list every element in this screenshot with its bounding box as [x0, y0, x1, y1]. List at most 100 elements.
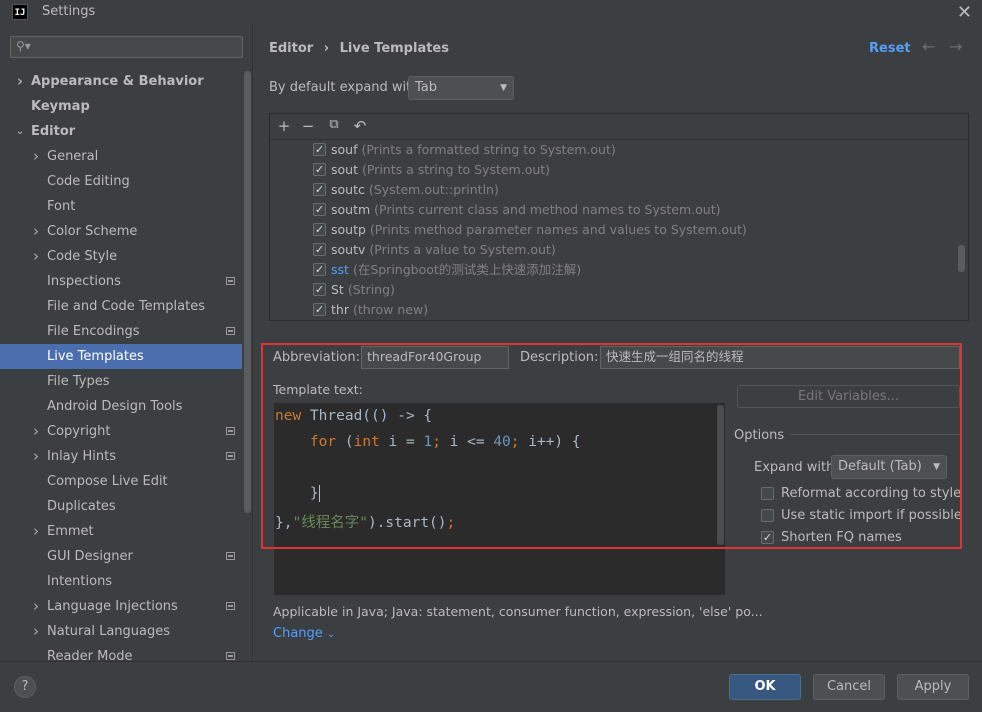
project-scope-icon — [226, 427, 235, 435]
template-description: (在Springboot的测试类上快速添加注解) — [352, 262, 582, 277]
template-abbreviation: sout — [331, 162, 358, 177]
cancel-button[interactable]: Cancel — [813, 674, 885, 700]
close-icon[interactable]: ✕ — [957, 2, 972, 23]
back-arrow-icon[interactable]: ← — [922, 37, 935, 56]
template-enabled-checkbox[interactable]: ✓ — [313, 183, 326, 196]
expand-with-label: By default expand with — [269, 80, 420, 95]
templates-scrollbar[interactable] — [958, 245, 965, 272]
sidebar-item-live-templates[interactable]: Live Templates — [0, 344, 242, 369]
sidebar-item-keymap[interactable]: Keymap — [0, 94, 242, 119]
sidebar-item-label: Android Design Tools — [47, 399, 183, 414]
template-enabled-checkbox[interactable]: ✓ — [313, 143, 326, 156]
apply-button[interactable]: Apply — [897, 674, 969, 700]
chevron-right-icon[interactable]: › — [31, 219, 41, 244]
sidebar-item-code-editing[interactable]: Code Editing — [0, 169, 242, 194]
remove-icon[interactable]: − — [299, 117, 317, 135]
chevron-right-icon[interactable]: › — [31, 419, 41, 444]
change-context-link[interactable]: Change ⌄ — [273, 626, 335, 641]
template-enabled-checkbox[interactable]: ✓ — [313, 203, 326, 216]
template-row[interactable]: ✓ soutp (Prints method parameter names and… — [313, 220, 747, 240]
sidebar-item-emmet[interactable]: › Emmet — [0, 519, 242, 544]
sidebar-item-label: Emmet — [47, 524, 94, 539]
template-description: (Prints method parameter names and value… — [369, 222, 747, 237]
chevron-down-icon: ⌄ — [326, 629, 336, 640]
copy-icon[interactable]: ⧉ — [325, 117, 343, 132]
template-row[interactable]: ✓ thr (throw new) — [313, 300, 428, 320]
sidebar-item-label: Inlay Hints — [47, 449, 116, 464]
sidebar-item-intentions[interactable]: Intentions — [0, 569, 242, 594]
chevron-right-icon[interactable]: › — [31, 144, 41, 169]
dialog-button-bar: ? OK Cancel Apply — [0, 661, 982, 712]
forward-arrow-icon[interactable]: → — [949, 37, 962, 56]
template-row[interactable]: ✓ souf (Prints a formatted string to Syste… — [313, 140, 616, 160]
default-expand-value: Tab — [415, 80, 438, 95]
settings-sidebar: ⚲▾ › Appearance & Behavior Keymap ⌄ Editor › G… — [0, 25, 253, 661]
sidebar-item-label: File Types — [47, 374, 110, 389]
chevron-down-icon[interactable]: ⌄ — [15, 119, 25, 144]
add-icon[interactable]: + — [275, 117, 293, 135]
reset-link[interactable]: Reset — [869, 41, 911, 56]
sidebar-item-language-injections[interactable]: › Language Injections — [0, 594, 242, 619]
template-description: (System.out::println) — [368, 182, 499, 197]
sidebar-item-copyright[interactable]: › Copyright — [0, 419, 242, 444]
sidebar-item-color-scheme[interactable]: › Color Scheme — [0, 219, 242, 244]
sidebar-item-editor[interactable]: ⌄ Editor — [0, 119, 242, 144]
sidebar-item-inlay-hints[interactable]: › Inlay Hints — [0, 444, 242, 469]
template-abbreviation: thr — [331, 302, 349, 317]
template-enabled-checkbox[interactable]: ✓ — [313, 283, 326, 296]
template-enabled-checkbox[interactable]: ✓ — [313, 243, 326, 256]
chevron-right-icon[interactable]: › — [31, 619, 41, 644]
template-enabled-checkbox[interactable]: ✓ — [313, 263, 326, 276]
chevron-right-icon[interactable]: › — [31, 519, 41, 544]
sidebar-item-reader-mode[interactable]: Reader Mode — [0, 644, 242, 661]
sidebar-scrollbar[interactable] — [244, 71, 251, 513]
sidebar-item-gui-designer[interactable]: GUI Designer — [0, 544, 242, 569]
sidebar-item-natural-languages[interactable]: › Natural Languages — [0, 619, 242, 644]
template-description: (Prints a value to System.out) — [369, 242, 556, 257]
template-abbreviation: St — [331, 282, 344, 297]
search-input[interactable]: ⚲▾ — [10, 36, 243, 58]
chevron-right-icon[interactable]: › — [31, 244, 41, 269]
sidebar-item-duplicates[interactable]: Duplicates — [0, 494, 242, 519]
help-button[interactable]: ? — [14, 676, 36, 698]
sidebar-item-label: Live Templates — [47, 349, 144, 364]
sidebar-item-file-and-code-templates[interactable]: File and Code Templates — [0, 294, 242, 319]
sidebar-item-label: Color Scheme — [47, 224, 138, 239]
sidebar-item-inspections[interactable]: Inspections — [0, 269, 242, 294]
sidebar-item-file-types[interactable]: File Types — [0, 369, 242, 394]
sidebar-item-appearance-behavior[interactable]: › Appearance & Behavior — [0, 69, 242, 94]
app-logo-icon: IJ — [12, 4, 28, 20]
ok-button[interactable]: OK — [729, 674, 801, 700]
template-enabled-checkbox[interactable]: ✓ — [313, 163, 326, 176]
template-description: (Prints current class and method names t… — [374, 202, 721, 217]
sidebar-item-android-design-tools[interactable]: Android Design Tools — [0, 394, 242, 419]
template-description: (Prints a formatted string to System.out… — [361, 142, 616, 157]
template-row[interactable]: ✓ St (String) — [313, 280, 395, 300]
sidebar-item-code-style[interactable]: › Code Style — [0, 244, 242, 269]
template-enabled-checkbox[interactable]: ✓ — [313, 223, 326, 236]
sidebar-item-label: Code Style — [47, 249, 118, 264]
sidebar-item-compose-live-edit[interactable]: Compose Live Edit — [0, 469, 242, 494]
template-description: (Prints a string to System.out) — [361, 162, 551, 177]
template-row[interactable]: ✓ soutv (Prints a value to System.out) — [313, 240, 556, 260]
chevron-right-icon[interactable]: › — [31, 444, 41, 469]
title-bar: IJ Settings ✕ — [0, 0, 982, 24]
template-row[interactable]: ✓ sst (在Springboot的测试类上快速添加注解) — [313, 260, 581, 280]
template-row[interactable]: ✓ soutm (Prints current class and method n… — [313, 200, 721, 220]
template-abbreviation: soutp — [331, 222, 366, 237]
template-enabled-checkbox[interactable]: ✓ — [313, 303, 326, 316]
template-abbreviation: soutc — [331, 182, 365, 197]
default-expand-select[interactable]: Tab ▼ — [408, 76, 514, 100]
sidebar-item-font[interactable]: Font — [0, 194, 242, 219]
template-row[interactable]: ✓ sout (Prints a string to System.out) — [313, 160, 550, 180]
highlight-annotation-box — [261, 343, 962, 549]
sidebar-item-file-encodings[interactable]: File Encodings — [0, 319, 242, 344]
chevron-right-icon[interactable]: › — [31, 594, 41, 619]
sidebar-item-general[interactable]: › General — [0, 144, 242, 169]
breadcrumb-editor[interactable]: Editor — [269, 41, 313, 56]
sidebar-item-label: Editor — [31, 124, 76, 139]
sidebar-item-label: Duplicates — [47, 499, 116, 514]
template-row[interactable]: ✓ soutc (System.out::println) — [313, 180, 499, 200]
chevron-right-icon[interactable]: › — [15, 69, 25, 94]
restore-icon[interactable]: ↶ — [351, 117, 369, 135]
